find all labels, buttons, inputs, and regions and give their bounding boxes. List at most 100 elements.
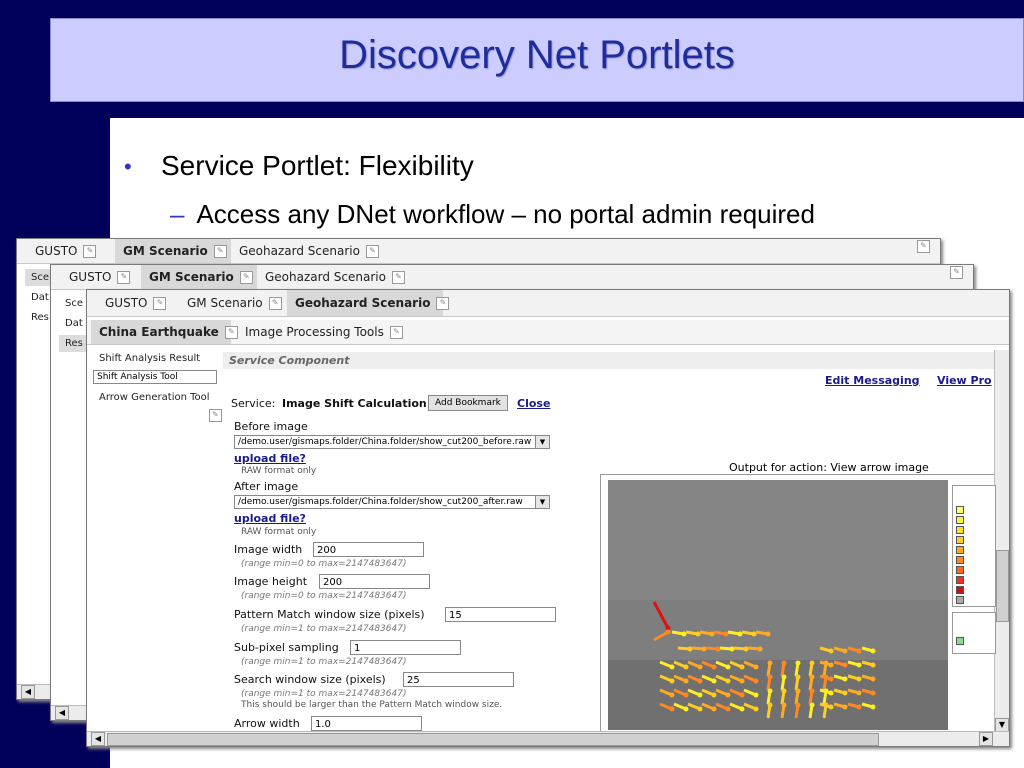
arrow-head: [725, 678, 731, 684]
arrow-head: [695, 631, 701, 637]
after-image-select[interactable]: /demo.user/gismaps.folder/China.folder/s…: [234, 495, 550, 509]
edit-icon[interactable]: ✎: [83, 245, 97, 258]
horizontal-scrollbar[interactable]: ◀ ▶: [87, 731, 1009, 746]
vertical-scrollbar[interactable]: ▼: [994, 350, 1009, 732]
arrow-head: [687, 646, 693, 652]
tab-gusto[interactable]: GUSTO ✎: [27, 239, 109, 263]
tab-gusto[interactable]: GUSTO ✎: [61, 265, 141, 289]
scroll-left-icon[interactable]: ◀: [91, 732, 105, 746]
arrow-width-label: Arrow width: [234, 717, 300, 730]
chevron-down-icon[interactable]: ▼: [535, 496, 549, 508]
search-window-label: Search window size (pixels): [234, 673, 386, 686]
edit-icon[interactable]: ✎: [224, 326, 238, 339]
legend-swatch: [956, 516, 964, 524]
edit-icon[interactable]: ✎: [117, 271, 131, 284]
tab-gm-scenario[interactable]: GM Scenario ✎: [141, 265, 257, 289]
scroll-left-icon[interactable]: ◀: [21, 685, 35, 699]
arrow-head: [842, 662, 848, 668]
tab-bar: GUSTO ✎ GM Scenario ✎ Geohazard Scenario ✎: [87, 290, 1009, 317]
sidebar-edit-icon[interactable]: ✎: [209, 409, 222, 422]
arrow-head: [711, 706, 717, 712]
edit-icon[interactable]: ✎: [213, 245, 227, 258]
sidebar-item-shift-analysis-result[interactable]: Shift Analysis Result: [93, 350, 217, 367]
arrow-head: [856, 676, 862, 682]
arrow-head: [842, 676, 848, 682]
section-header: Service Component: [223, 352, 995, 369]
range-hint: (range min=0 to max=2147483647): [241, 559, 407, 569]
subtab-china-earthquake[interactable]: China Earthquake ✎: [91, 320, 238, 344]
sidebar-item-arrow-generation-tool[interactable]: Arrow Generation Tool: [93, 389, 223, 406]
arrow-head: [842, 648, 848, 654]
arrow-head: [683, 664, 689, 670]
arrow-width-input[interactable]: 1.0: [311, 716, 422, 731]
arrow-head: [781, 660, 787, 666]
edit-icon[interactable]: ✎: [365, 245, 379, 258]
tab-gusto[interactable]: GUSTO ✎: [97, 290, 177, 316]
tab-label: China Earthquake: [99, 325, 219, 339]
edit-icon[interactable]: ✎: [389, 326, 403, 339]
scroll-right-icon[interactable]: ▶: [979, 732, 993, 746]
arrow-head: [743, 646, 749, 652]
edit-icon[interactable]: ✎: [436, 297, 450, 310]
sidebar-item-shift-analysis-tool[interactable]: Shift Analysis Tool: [93, 370, 217, 384]
tab-geohazard-scenario[interactable]: Geohazard Scenario ✎: [287, 290, 450, 316]
tab-gm-scenario[interactable]: GM Scenario ✎: [115, 239, 231, 263]
arrow-head: [683, 706, 689, 712]
before-image-label: Before image: [234, 420, 308, 433]
edit-icon[interactable]: ✎: [268, 297, 282, 310]
tab-geohazard-scenario[interactable]: Geohazard Scenario ✎: [257, 265, 417, 289]
pattern-window-input[interactable]: 15: [445, 607, 556, 622]
tab-geohazard-scenario[interactable]: Geohazard Scenario ✎: [231, 239, 391, 263]
image-width-input[interactable]: 200: [313, 542, 424, 557]
arrow-head: [725, 664, 731, 670]
slide-title: Discovery Net Portlets: [339, 33, 735, 77]
format-note: RAW format only: [241, 466, 317, 476]
section-title: Service Component: [229, 354, 350, 367]
image-width-label: Image width: [234, 543, 303, 556]
close-link[interactable]: Close: [517, 397, 550, 410]
arrow-head: [697, 664, 703, 670]
tab-bar: GUSTO ✎ GM Scenario ✎ Geohazard Scenario ✎ …: [51, 265, 973, 290]
arrow-head: [711, 692, 717, 698]
tab-label: GM Scenario: [149, 270, 234, 284]
subtab-image-processing-tools[interactable]: Image Processing Tools ✎: [237, 320, 407, 344]
search-window-input[interactable]: 25: [403, 672, 514, 687]
arrow-head: [697, 692, 703, 698]
arrow-head: [795, 660, 801, 666]
legend-swatch: [956, 566, 964, 574]
corner-edit-icon[interactable]: ✎: [950, 266, 963, 279]
arrow-head: [809, 674, 815, 680]
sub-pixel-label: Sub-pixel sampling: [234, 641, 339, 654]
scroll-down-icon[interactable]: ▼: [995, 718, 1009, 732]
edit-icon[interactable]: ✎: [391, 271, 405, 284]
upload-file-link[interactable]: upload file?: [234, 512, 306, 525]
arrow-head: [757, 646, 763, 652]
arrow-head: [723, 631, 729, 637]
chevron-down-icon[interactable]: ▼: [535, 436, 549, 448]
legend-swatch: [956, 526, 964, 534]
edit-icon[interactable]: ✎: [153, 297, 167, 310]
after-image-label: After image: [234, 480, 299, 493]
upload-file-link[interactable]: upload file?: [234, 452, 306, 465]
scroll-thumb[interactable]: [107, 733, 879, 746]
before-image-select[interactable]: /demo.user/gismaps.folder/China.folder/s…: [234, 435, 550, 449]
legend-swatch: [956, 546, 964, 554]
edit-icon[interactable]: ✎: [239, 271, 253, 284]
view-pro-link[interactable]: View Pro: [937, 374, 992, 387]
arrow-head: [737, 631, 743, 637]
scroll-left-icon[interactable]: ◀: [55, 706, 69, 720]
tab-label: GUSTO: [105, 296, 148, 310]
tab-gm-scenario[interactable]: GM Scenario ✎: [179, 290, 287, 316]
arrow-head: [870, 662, 876, 668]
corner-edit-icon[interactable]: ✎: [917, 240, 930, 253]
add-bookmark-button[interactable]: Add Bookmark: [428, 395, 508, 411]
edit-messaging-link[interactable]: Edit Messaging: [825, 374, 920, 387]
image-legend: [952, 485, 996, 607]
scroll-thumb[interactable]: [996, 550, 1009, 622]
arrow-head: [809, 660, 815, 666]
arrow-head: [715, 646, 721, 652]
arrow-head: [739, 664, 745, 670]
image-height-input[interactable]: 200: [319, 574, 430, 589]
arrow-head: [828, 676, 834, 682]
sub-pixel-input[interactable]: 1: [350, 640, 461, 655]
